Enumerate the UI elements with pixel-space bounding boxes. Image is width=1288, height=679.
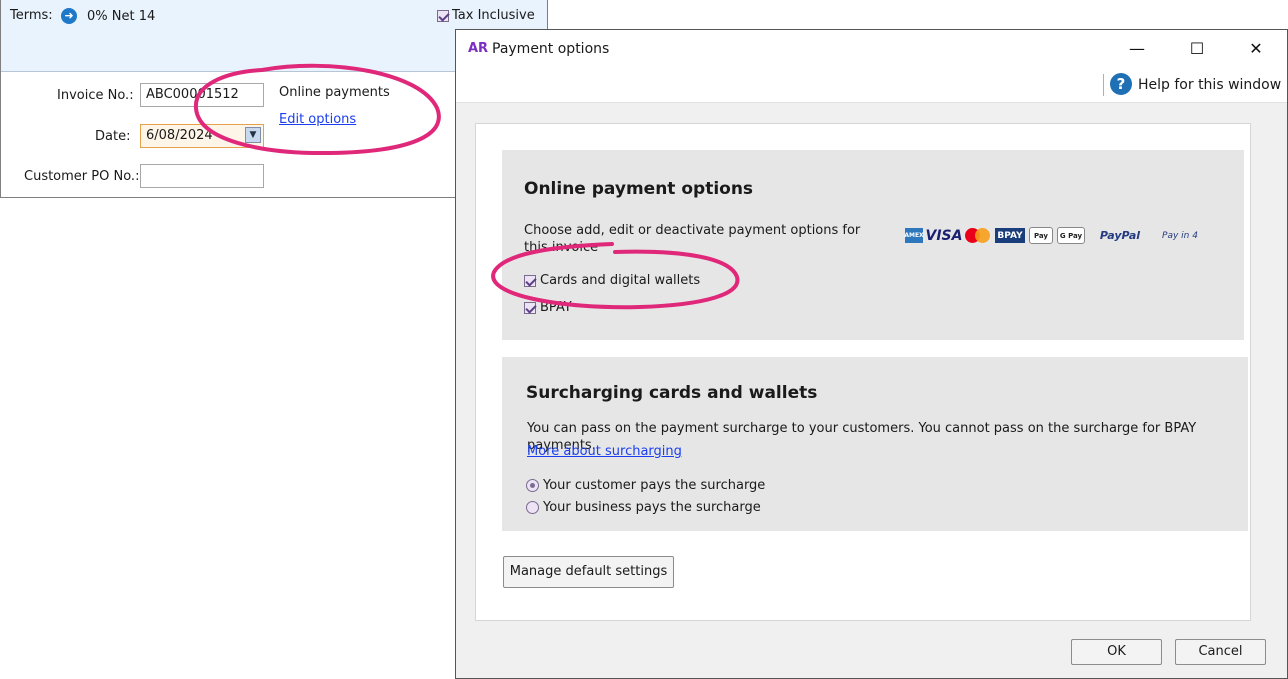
mastercard-logo	[965, 228, 991, 243]
apple-pay-logo: Pay	[1029, 227, 1053, 244]
bpay-logo: BPAY	[995, 228, 1025, 243]
maximize-icon[interactable]: ☐	[1182, 38, 1212, 60]
payment-logos: AMEX VISA BPAY Pay G Pay PayPal Pay in 4	[904, 227, 1205, 244]
cancel-button[interactable]: Cancel	[1175, 639, 1266, 665]
terms-label: Terms:	[10, 8, 53, 23]
section-title: Online payment options	[524, 179, 754, 199]
radio-icon[interactable]	[526, 479, 539, 492]
section-title: Surcharging cards and wallets	[526, 383, 818, 403]
customer-po-label: Customer PO No.:	[24, 169, 140, 184]
customer-po-field[interactable]	[140, 164, 264, 188]
options-panel: Online payment options Choose add, edit …	[475, 123, 1251, 621]
radio-icon[interactable]	[526, 501, 539, 514]
visa-logo: VISA	[925, 227, 963, 244]
google-pay-logo: G Pay	[1057, 227, 1085, 244]
more-about-surcharging-link[interactable]: More about surcharging	[527, 444, 682, 459]
manage-default-settings-button[interactable]: Manage default settings	[503, 556, 674, 588]
pay-in-4-logo: Pay in 4	[1162, 230, 1198, 241]
help-link[interactable]: Help for this window	[1138, 77, 1281, 93]
invoice-no-field[interactable]: ABC00001512	[140, 83, 264, 107]
checkbox-icon[interactable]	[524, 301, 536, 314]
dialog-title: Payment options	[492, 41, 610, 57]
divider	[1103, 74, 1104, 96]
payment-options-dialog: AR Payment options — ☐ ✕ ? Help for this…	[455, 29, 1288, 679]
help-icon[interactable]: ?	[1110, 73, 1132, 95]
customer-pays-label: Your customer pays the surcharge	[543, 478, 766, 493]
calendar-dropdown-icon[interactable]: ▼	[245, 127, 261, 143]
invoice-no-label: Invoice No.:	[57, 88, 134, 103]
cards-wallets-checkbox[interactable]: Cards and digital wallets	[524, 273, 700, 288]
date-field[interactable]: 6/08/2024 ▼	[140, 124, 264, 148]
business-pays-label: Your business pays the surcharge	[543, 500, 761, 515]
section-description: Choose add, edit or deactivate payment o…	[524, 223, 861, 255]
edit-options-link[interactable]: Edit options	[279, 112, 356, 127]
bpay-checkbox[interactable]: BPAY	[524, 300, 572, 315]
date-value: 6/08/2024	[146, 128, 213, 143]
ar-logo: AR	[468, 41, 489, 56]
tax-inclusive-checkbox[interactable]: Tax Inclusive	[437, 8, 535, 23]
cards-wallets-label: Cards and digital wallets	[540, 273, 701, 288]
online-payments-label: Online payments	[279, 85, 390, 100]
paypal-logo: PayPal	[1099, 229, 1141, 242]
dialog-titlebar: AR Payment options — ☐ ✕	[456, 30, 1287, 68]
business-pays-radio[interactable]: Your business pays the surcharge	[526, 500, 761, 515]
tax-inclusive-label: Tax Inclusive	[452, 8, 535, 23]
checkbox-icon[interactable]	[524, 274, 536, 287]
amex-logo: AMEX	[904, 228, 924, 243]
close-icon[interactable]: ✕	[1241, 38, 1271, 60]
customer-pays-radio[interactable]: Your customer pays the surcharge	[526, 478, 765, 493]
online-payment-options-section: Online payment options Choose add, edit …	[502, 150, 1244, 340]
dialog-body: Online payment options Choose add, edit …	[456, 103, 1287, 678]
surcharging-section: Surcharging cards and wallets You can pa…	[502, 357, 1248, 531]
terms-value: 0% Net 14	[87, 9, 156, 24]
terms-arrow-icon[interactable]: ➜	[61, 8, 77, 24]
minimize-icon[interactable]: —	[1122, 38, 1152, 60]
bpay-label: BPAY	[540, 300, 572, 315]
help-bar: ? Help for this window	[456, 68, 1287, 103]
ok-button[interactable]: OK	[1071, 639, 1162, 665]
checkbox-icon[interactable]	[437, 9, 449, 22]
date-label: Date:	[95, 129, 131, 144]
